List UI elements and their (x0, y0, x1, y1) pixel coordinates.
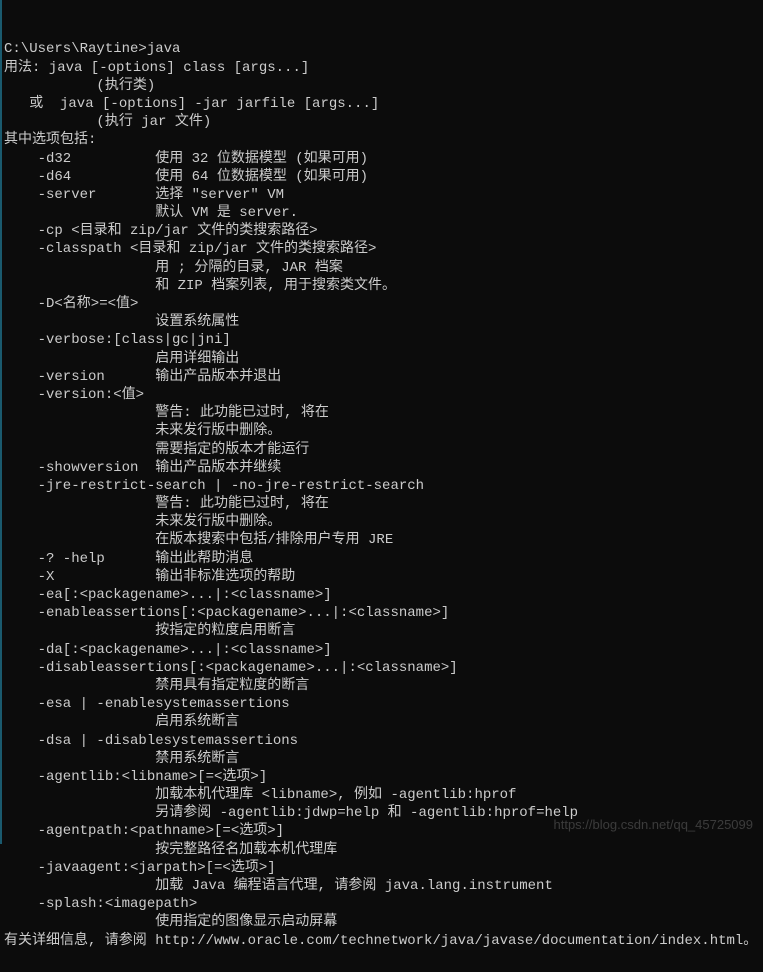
terminal-line: -agentlib:<libname>[=<选项>] (4, 768, 759, 786)
terminal-line: 按完整路径名加载本机代理库 (4, 841, 759, 859)
terminal-line: 默认 VM 是 server. (4, 204, 759, 222)
terminal-line: -ea[:<packagename>...|:<classname>] (4, 586, 759, 604)
terminal-line: 警告: 此功能已过时, 将在 (4, 495, 759, 513)
terminal-line: 禁用具有指定粒度的断言 (4, 677, 759, 695)
terminal-line: -server 选择 "server" VM (4, 186, 759, 204)
terminal-line: C:\Users\Raytine>java (4, 40, 759, 58)
terminal-line: -version 输出产品版本并退出 (4, 368, 759, 386)
terminal-line: -enableassertions[:<packagename>...|:<cl… (4, 604, 759, 622)
terminal-line: -esa | -enablesystemassertions (4, 695, 759, 713)
terminal-line: -? -help 输出此帮助消息 (4, 550, 759, 568)
terminal-line: 禁用系统断言 (4, 750, 759, 768)
terminal-line: -dsa | -disablesystemassertions (4, 732, 759, 750)
terminal-line: 设置系统属性 (4, 313, 759, 331)
terminal-line: 启用系统断言 (4, 713, 759, 731)
terminal-line: -da[:<packagename>...|:<classname>] (4, 641, 759, 659)
terminal-line: 加载 Java 编程语言代理, 请参阅 java.lang.instrument (4, 877, 759, 895)
terminal-line: 和 ZIP 档案列表, 用于搜索类文件。 (4, 277, 759, 295)
terminal-line: 加载本机代理库 <libname>, 例如 -agentlib:hprof (4, 786, 759, 804)
terminal-line: 未来发行版中删除。 (4, 513, 759, 531)
terminal-line: -verbose:[class|gc|jni] (4, 331, 759, 349)
terminal-line: -version:<值> (4, 386, 759, 404)
terminal-line: 启用详细输出 (4, 350, 759, 368)
terminal-line: -classpath <目录和 zip/jar 文件的类搜索路径> (4, 240, 759, 258)
terminal-line: 用 ; 分隔的目录, JAR 档案 (4, 259, 759, 277)
terminal-line: 在版本搜索中包括/排除用户专用 JRE (4, 531, 759, 549)
terminal-line: -splash:<imagepath> (4, 895, 759, 913)
terminal-line: (执行类) (4, 77, 759, 95)
terminal-line: 按指定的粒度启用断言 (4, 622, 759, 640)
terminal-line: 用法: java [-options] class [args...] (4, 59, 759, 77)
terminal-line: -showversion 输出产品版本并继续 (4, 459, 759, 477)
terminal-line: 未来发行版中删除。 (4, 422, 759, 440)
terminal-line: -disableassertions[:<packagename>...|:<c… (4, 659, 759, 677)
terminal-line: 其中选项包括: (4, 131, 759, 149)
terminal-line: (执行 jar 文件) (4, 113, 759, 131)
terminal-line: -cp <目录和 zip/jar 文件的类搜索路径> (4, 222, 759, 240)
terminal-line: 需要指定的版本才能运行 (4, 441, 759, 459)
terminal-line: 警告: 此功能已过时, 将在 (4, 404, 759, 422)
terminal-line: -D<名称>=<值> (4, 295, 759, 313)
terminal-line: -d32 使用 32 位数据模型 (如果可用) (4, 150, 759, 168)
terminal-line: 有关详细信息, 请参阅 http://www.oracle.com/techne… (4, 932, 759, 950)
terminal-line: -X 输出非标准选项的帮助 (4, 568, 759, 586)
terminal-line: -d64 使用 64 位数据模型 (如果可用) (4, 168, 759, 186)
watermark: https://blog.csdn.net/qq_45725099 (554, 817, 754, 834)
terminal-line: 或 java [-options] -jar jarfile [args...] (4, 95, 759, 113)
terminal-line: 使用指定的图像显示启动屏幕 (4, 913, 759, 931)
terminal-line: -jre-restrict-search | -no-jre-restrict-… (4, 477, 759, 495)
terminal-line: -javaagent:<jarpath>[=<选项>] (4, 859, 759, 877)
terminal-lines: C:\Users\Raytine>java用法: java [-options]… (4, 40, 759, 949)
